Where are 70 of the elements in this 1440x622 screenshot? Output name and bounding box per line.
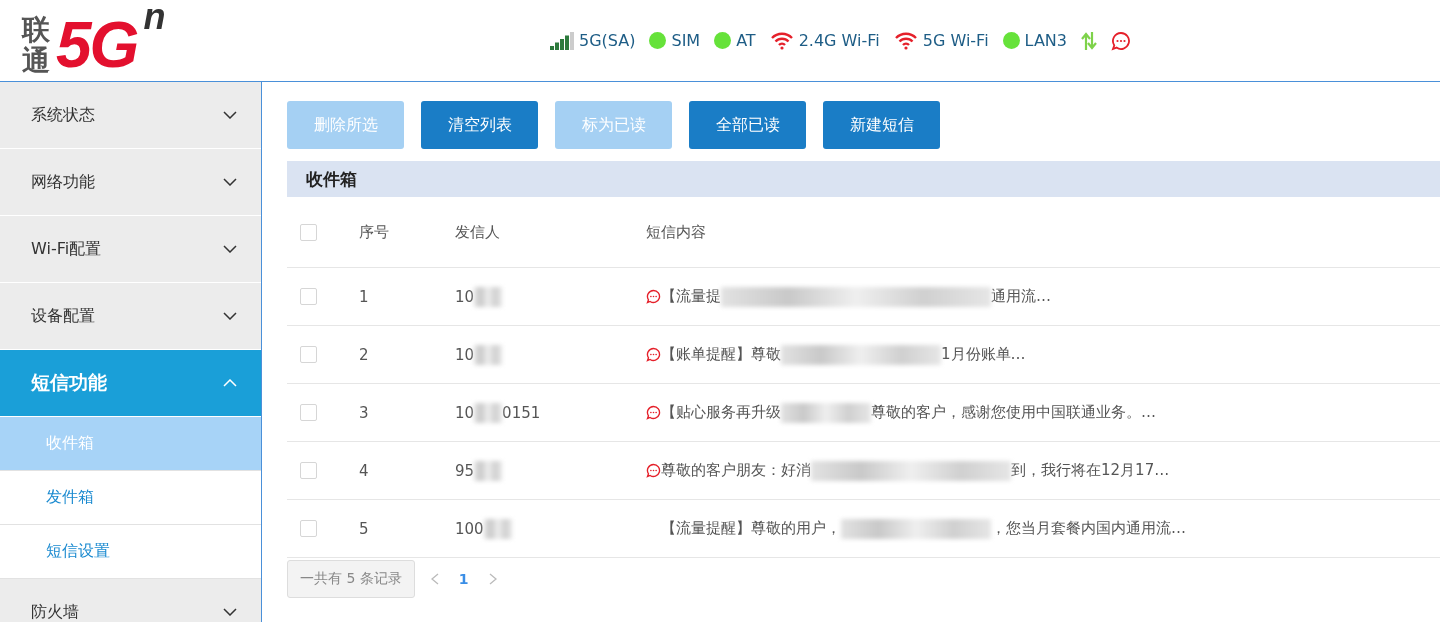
toolbar-button[interactable]: 全部已读 [689,101,806,149]
message-text: 【流量提 [661,287,721,306]
status-label: SIM [671,31,701,50]
sidebar-item[interactable]: 系统状态 [0,82,261,149]
message-text: 通用流… [991,287,1051,306]
message-text: 【贴心服务再升级 [661,403,781,422]
unread-icon [646,405,661,420]
sender-text: 95 [455,461,475,480]
sender-text: 10 [455,403,475,422]
transfer-icon [1080,30,1097,51]
record-count: 一共有 5 条记录 [287,560,415,598]
message-text: ，您当月套餐内国内通用流… [991,519,1186,538]
toolbar-button[interactable]: 新建短信 [823,101,940,149]
wifi-icon [893,31,918,50]
sidebar-item[interactable]: Wi-Fi配置 [0,216,261,283]
chevron-up-icon [223,379,237,387]
column-header: 序号 [359,222,389,242]
row-checkbox[interactable] [300,520,317,537]
page-number[interactable]: 1 [438,571,489,587]
message-text: 尊敬的客户朋友：好消 [661,461,811,480]
status-label: 5G Wi-Fi [922,31,989,50]
status-label: AT [736,31,756,50]
sender-text: 0151 [502,403,541,422]
sender-text: 10 [455,345,475,364]
select-all-checkbox[interactable] [300,223,317,241]
signal-icon [550,31,574,50]
chevron-down-icon [223,245,237,253]
redaction-blur [483,518,512,539]
message-text: 【流量提醒】尊敬的用户， [661,519,841,538]
sidebar-item[interactable]: 设备配置 [0,283,261,350]
message-icon [1110,30,1131,51]
table-cell: 1 [359,287,369,306]
message-text: 【账单提醒】尊敬 [661,345,781,364]
chevron-left-icon[interactable] [430,573,439,585]
row-checkbox[interactable] [300,346,317,363]
sender-text: 10 [455,287,475,306]
chevron-right-icon[interactable] [488,573,497,585]
table-cell: 5 [359,519,369,538]
unread-icon [646,463,661,478]
sidebar-item[interactable]: 防火墙 [0,579,261,622]
chevron-down-icon [223,608,237,616]
table-cell: 4 [359,461,369,480]
message-text: 尊敬的客户，感谢您使用中国联通业务。… [871,403,1156,422]
toolbar-button[interactable]: 清空列表 [421,101,538,149]
redaction-blur [474,402,503,423]
chevron-down-icon [223,111,237,119]
table-cell: 2 [359,345,369,364]
redaction-blur [474,344,503,365]
row-checkbox[interactable] [300,404,317,421]
redaction-blur [474,286,503,307]
column-header: 发信人 [455,222,500,242]
sender-text: 100 [455,519,484,538]
status-label: LAN3 [1024,31,1067,50]
column-header: 短信内容 [646,222,706,242]
wifi-icon [769,31,794,50]
redaction-blur [474,460,503,481]
chevron-down-icon [223,312,237,320]
chevron-down-icon [223,178,237,186]
status-label: 2.4G Wi-Fi [798,31,880,50]
message-text: 到，我行将在12月17… [1011,461,1170,480]
unread-icon [646,347,661,362]
sidebar-item[interactable]: 短信功能 [0,350,261,417]
row-checkbox[interactable] [300,462,317,479]
section-title: 收件箱 [287,161,1440,197]
row-checkbox[interactable] [300,288,317,305]
sidebar-item[interactable]: 网络功能 [0,149,261,216]
status-label: 5G(SA) [579,31,636,50]
unread-icon [646,289,661,304]
message-text: 1月份账单… [941,345,1026,364]
table-cell: 3 [359,403,369,422]
